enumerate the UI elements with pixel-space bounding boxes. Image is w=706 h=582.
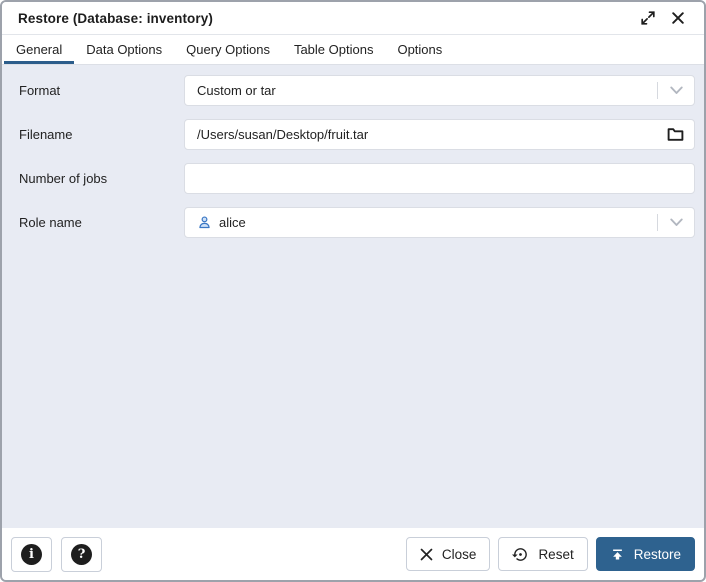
info-button[interactable]: i: [11, 537, 52, 572]
reset-icon: [512, 546, 529, 563]
close-icon[interactable]: [668, 8, 688, 28]
tab-options[interactable]: Options: [385, 35, 454, 64]
format-select-end: [657, 76, 694, 105]
filename-row: Filename: [19, 119, 695, 150]
maximize-icon[interactable]: [638, 8, 658, 28]
close-button[interactable]: Close: [406, 537, 491, 571]
tab-table-options[interactable]: Table Options: [282, 35, 386, 64]
filename-input[interactable]: [197, 120, 656, 149]
role-selected-value: alice: [219, 215, 657, 230]
role-select-end: [657, 208, 694, 237]
restore-button[interactable]: Restore: [596, 537, 695, 571]
jobs-row: Number of jobs: [19, 163, 695, 194]
close-button-label: Close: [442, 547, 477, 562]
jobs-field: [184, 163, 695, 194]
help-button[interactable]: ?: [61, 537, 102, 572]
user-icon: [197, 215, 212, 230]
role-label: Role name: [19, 215, 184, 230]
restore-button-label: Restore: [634, 547, 681, 562]
dialog-titlebar: Restore (Database: inventory): [2, 2, 704, 35]
chevron-down-icon[interactable]: [658, 218, 694, 227]
info-icon: i: [21, 544, 42, 565]
chevron-down-icon[interactable]: [658, 86, 694, 95]
restore-upload-icon: [610, 547, 625, 562]
format-label: Format: [19, 83, 184, 98]
role-select[interactable]: alice: [184, 207, 695, 238]
general-tab-panel: Format Custom or tar Filename: [2, 65, 704, 528]
reset-button-label: Reset: [538, 547, 573, 562]
tab-general[interactable]: General: [4, 35, 74, 64]
tab-query-options[interactable]: Query Options: [174, 35, 282, 64]
help-icon: ?: [71, 544, 92, 565]
dialog-footer: i ? Close Reset: [2, 528, 704, 580]
jobs-label: Number of jobs: [19, 171, 184, 186]
role-row: Role name alice: [19, 207, 695, 238]
tab-data-options[interactable]: Data Options: [74, 35, 174, 64]
format-select[interactable]: Custom or tar: [184, 75, 695, 106]
reset-button[interactable]: Reset: [498, 537, 587, 571]
format-row: Format Custom or tar: [19, 75, 695, 106]
close-x-icon: [420, 548, 433, 561]
restore-dialog: Restore (Database: inventory) General Da…: [0, 0, 706, 582]
filename-field: [184, 119, 695, 150]
dialog-title: Restore (Database: inventory): [18, 11, 213, 26]
format-selected-value: Custom or tar: [197, 83, 657, 98]
filename-label: Filename: [19, 127, 184, 142]
folder-browse-icon[interactable]: [656, 120, 694, 149]
dialog-tabs: General Data Options Query Options Table…: [2, 35, 704, 65]
number-of-jobs-input[interactable]: [197, 164, 694, 193]
